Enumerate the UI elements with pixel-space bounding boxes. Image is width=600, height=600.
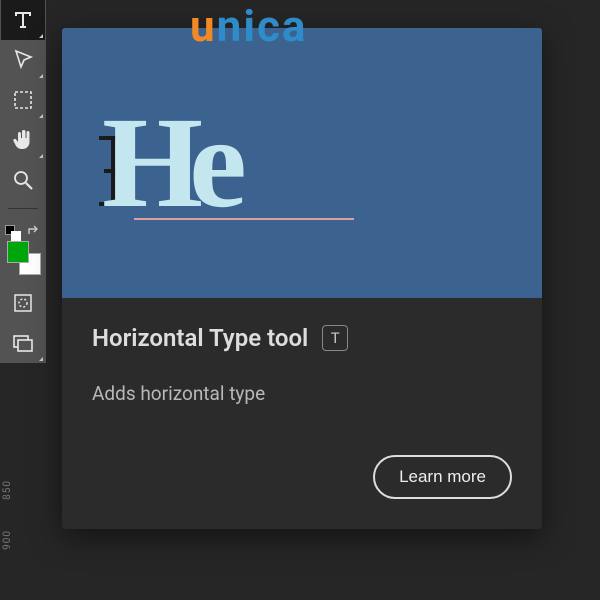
- foreground-color-swatch[interactable]: [7, 241, 29, 263]
- ruler-mark: 900: [2, 530, 13, 550]
- quick-mask-tool[interactable]: [1, 283, 45, 323]
- toolbar: [0, 0, 46, 363]
- ruler-vertical: 850 900: [0, 480, 14, 550]
- watermark-n: n: [217, 0, 244, 52]
- tool-tooltip: He Horizontal Type tool T Adds horizonta…: [62, 28, 542, 529]
- marquee-tool[interactable]: [1, 80, 45, 120]
- ruler-mark: 850: [2, 480, 13, 500]
- preview-letter-e: e: [189, 98, 247, 228]
- cursor-icon: [11, 48, 35, 72]
- shortcut-badge: T: [322, 325, 348, 351]
- hand-tool[interactable]: [1, 120, 45, 160]
- text-baseline: [134, 218, 354, 220]
- preview-letter-h: H: [102, 98, 195, 228]
- watermark-i: i: [243, 0, 257, 52]
- watermark-u: u: [190, 0, 217, 52]
- type-icon: [11, 8, 35, 32]
- swap-colors-icon[interactable]: [27, 225, 41, 239]
- move-tool[interactable]: [1, 40, 45, 80]
- watermark-logo: unica: [190, 0, 307, 52]
- watermark-c: c: [257, 0, 282, 52]
- preview-text: He: [102, 98, 253, 228]
- tooltip-title-row: Horizontal Type tool T: [92, 324, 512, 352]
- default-colors-icon[interactable]: [5, 225, 19, 239]
- tooltip-title: Horizontal Type tool: [92, 324, 308, 352]
- magnifier-icon: [11, 168, 35, 192]
- tooltip-description: Adds horizontal type: [92, 382, 512, 405]
- watermark-a: a: [282, 0, 308, 52]
- color-swatch[interactable]: [1, 223, 45, 273]
- tooltip-preview: He: [62, 28, 542, 298]
- hand-icon: [11, 128, 35, 152]
- marquee-icon: [11, 88, 35, 112]
- learn-more-button[interactable]: Learn more: [373, 455, 512, 499]
- zoom-tool[interactable]: [1, 160, 45, 200]
- screen-mode-tool[interactable]: [1, 323, 45, 363]
- type-tool[interactable]: [1, 0, 45, 40]
- tooltip-body: Horizontal Type tool T Adds horizontal t…: [62, 298, 542, 529]
- screen-mode-icon: [11, 331, 35, 355]
- quick-mask-icon: [11, 291, 35, 315]
